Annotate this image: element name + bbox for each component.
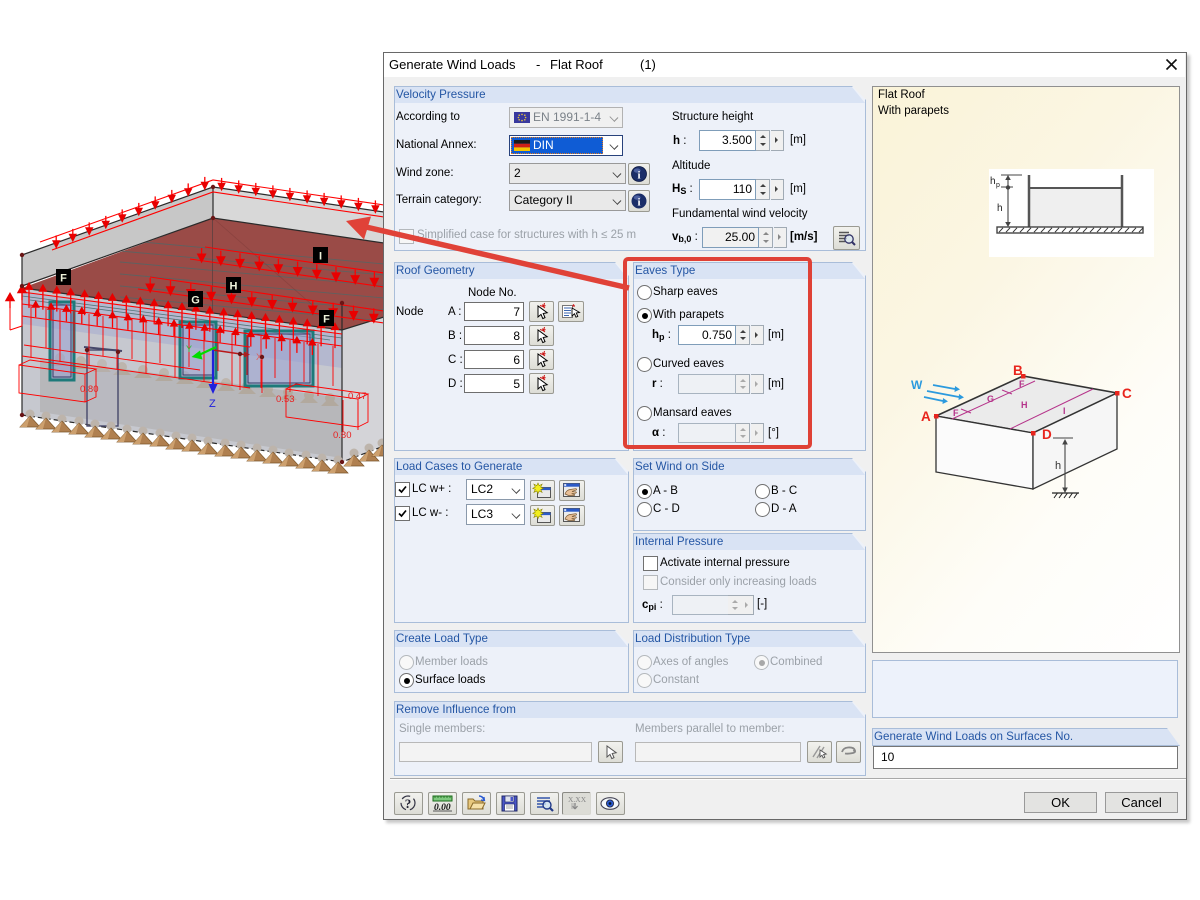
svg-text:F: F — [323, 314, 330, 326]
svg-text:p: p — [996, 182, 1000, 189]
svg-text:h: h — [997, 203, 1003, 214]
svg-text:i: i — [637, 170, 640, 182]
svg-text:0.47: 0.47 — [348, 391, 367, 402]
svg-text:i: i — [637, 197, 640, 209]
svg-text:B: B — [1013, 363, 1023, 378]
svg-text:?: ? — [405, 796, 412, 811]
svg-text:F: F — [60, 273, 67, 285]
svg-text:h: h — [990, 176, 996, 187]
svg-text:I: I — [1063, 406, 1066, 416]
svg-text:0.53: 0.53 — [276, 394, 295, 405]
svg-text:F: F — [953, 408, 959, 418]
svg-text:D: D — [1042, 427, 1052, 442]
svg-text:X.XX: X.XX — [568, 795, 587, 804]
svg-text:A: A — [921, 409, 931, 424]
svg-text:h: h — [1055, 460, 1061, 472]
svg-text:C: C — [1122, 386, 1132, 401]
svg-text:F: F — [1019, 379, 1025, 389]
svg-text:0.80: 0.80 — [80, 384, 99, 395]
svg-text:H: H — [1021, 400, 1028, 410]
svg-text:0.80: 0.80 — [333, 430, 352, 441]
svg-text:Z: Z — [209, 398, 216, 410]
svg-text:Y: Y — [186, 344, 192, 354]
svg-text:G: G — [987, 394, 994, 404]
svg-text:H: H — [230, 281, 238, 293]
svg-text:G: G — [191, 295, 200, 307]
svg-text:W: W — [911, 378, 923, 392]
svg-text:I: I — [319, 251, 322, 263]
